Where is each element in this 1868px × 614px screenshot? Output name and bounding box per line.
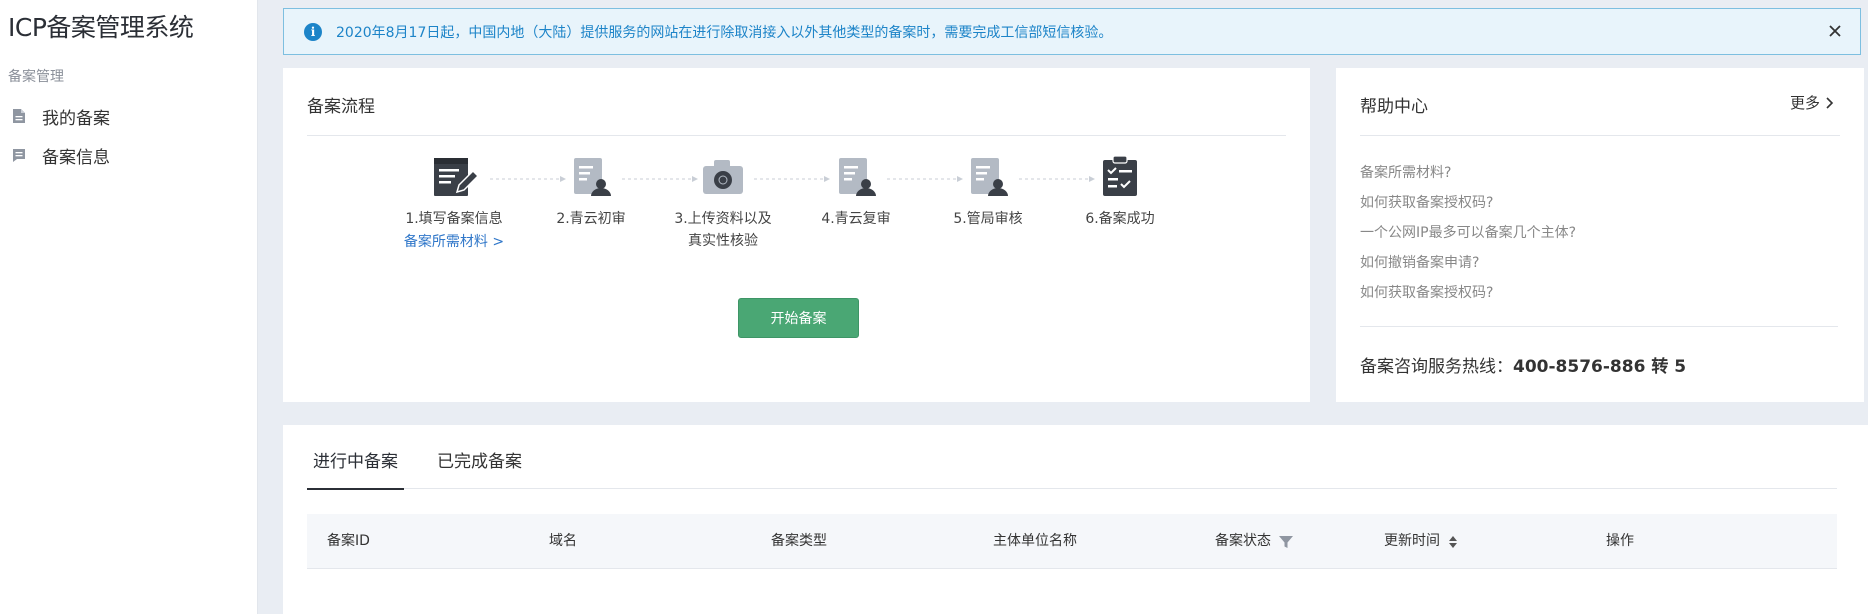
app-title: ICP备案管理系统	[8, 13, 194, 42]
flow-step-6: 6.备案成功	[1050, 154, 1190, 230]
hotline-number: 400-8576-886 转 5	[1513, 357, 1687, 377]
camera-icon	[703, 160, 743, 194]
help-link[interactable]: 一个公网IP最多可以备案几个主体?	[1360, 218, 1576, 248]
edit-form-icon	[434, 158, 477, 196]
required-materials-link[interactable]: 备案所需材料 >	[384, 230, 524, 254]
help-title: 帮助中心	[1360, 97, 1428, 117]
notice-banner: i 2020年8月17日起，中国内地（大陆）提供服务的网站在进行除取消接入以外其…	[283, 8, 1861, 55]
help-link[interactable]: 如何获取备案授权码?	[1360, 278, 1576, 308]
flow-steps: 1.填写备案信息 备案所需材料 > 2.青云初审 3.上传资料以及 真实性核验 …	[283, 154, 1310, 274]
more-link[interactable]: 更多	[1790, 92, 1834, 113]
more-label: 更多	[1789, 94, 1820, 112]
column-header-updated: 更新时间	[1384, 514, 1458, 569]
notice-text: 2020年8月17日起，中国内地（大陆）提供服务的网站在进行除取消接入以外其他类…	[336, 24, 1113, 41]
step-label: 5.管局审核	[953, 211, 1023, 227]
step-label: 3.上传资料以及 真实性核验	[674, 211, 772, 249]
help-list: 备案所需材料? 如何获取备案授权码? 一个公网IP最多可以备案几个主体? 如何撤…	[1360, 158, 1576, 308]
user-review-icon	[839, 158, 876, 196]
help-link[interactable]: 备案所需材料?	[1360, 158, 1576, 188]
divider	[1360, 135, 1840, 136]
flow-step-4: 4.青云复审	[786, 154, 926, 230]
user-review-icon	[971, 158, 1008, 196]
start-record-button[interactable]: 开始备案	[738, 298, 859, 338]
help-link[interactable]: 如何撤销备案申请?	[1360, 248, 1576, 278]
step-label: 4.青云复审	[821, 211, 891, 227]
help-link[interactable]: 如何获取备案授权码?	[1360, 188, 1576, 218]
flow-step-5: 5.管局审核	[918, 154, 1058, 230]
step-label: 6.备案成功	[1085, 211, 1155, 227]
checklist-icon	[1103, 155, 1137, 196]
column-header-id: 备案ID	[327, 533, 370, 549]
step-label: 2.青云初审	[556, 211, 626, 227]
sidebar: ICP备案管理系统 备案管理 我的备案 备案信息	[0, 0, 258, 614]
service-hotline: 备案咨询服务热线：400-8576-886 转 5	[1360, 352, 1686, 377]
hotline-label: 备案咨询服务热线：	[1360, 357, 1513, 377]
column-header-entity: 主体单位名称	[993, 533, 1077, 549]
help-center-card: 帮助中心 更多 备案所需材料? 如何获取备案授权码? 一个公网IP最多可以备案几…	[1336, 68, 1864, 402]
flow-step-1: 1.填写备案信息 备案所需材料 >	[384, 154, 524, 254]
column-header-label: 更新时间	[1384, 533, 1440, 549]
info-icon: i	[304, 22, 322, 41]
column-header-actions: 操作	[1606, 533, 1634, 549]
sort-icon[interactable]	[1448, 535, 1458, 549]
sidebar-item-label: 我的备案	[42, 108, 110, 129]
sidebar-item-record-info[interactable]: 备案信息	[8, 141, 110, 169]
table-header: 备案ID 域名 备案类型 主体单位名称 备案状态 更新时间 操作	[307, 514, 1837, 569]
divider	[307, 135, 1286, 136]
record-list-card: 进行中备案 已完成备案 备案ID 域名 备案类型 主体单位名称 备案状态 更新时…	[283, 425, 1868, 614]
close-icon[interactable]	[1824, 20, 1846, 42]
column-header-domain: 域名	[549, 533, 577, 549]
divider	[1360, 326, 1838, 327]
menu-group-label: 备案管理	[8, 69, 64, 85]
document-icon	[13, 109, 25, 123]
column-header-status: 备案状态	[1215, 514, 1293, 569]
tab-completed[interactable]: 已完成备案	[437, 447, 522, 489]
info-list-icon	[13, 149, 25, 162]
filter-icon[interactable]	[1279, 535, 1293, 549]
record-tabs: 进行中备案 已完成备案	[307, 425, 1837, 490]
column-header-type: 备案类型	[771, 533, 827, 549]
user-review-icon	[574, 158, 611, 196]
column-header-label: 备案状态	[1215, 533, 1271, 549]
chevron-right-icon	[1826, 96, 1834, 109]
step-label: 1.填写备案信息	[405, 211, 503, 227]
sidebar-item-label: 备案信息	[42, 147, 110, 168]
sidebar-item-my-records[interactable]: 我的备案	[8, 102, 110, 130]
record-flow-card: 备案流程 1.填写备案信息 备案所需材料 > 2.青云初审 3.上传资料以及 真…	[283, 68, 1310, 402]
flow-step-3: 3.上传资料以及 真实性核验	[653, 154, 793, 252]
flow-step-2: 2.青云初审	[521, 154, 661, 230]
flow-title: 备案流程	[307, 97, 375, 117]
tab-in-progress[interactable]: 进行中备案	[307, 447, 404, 490]
